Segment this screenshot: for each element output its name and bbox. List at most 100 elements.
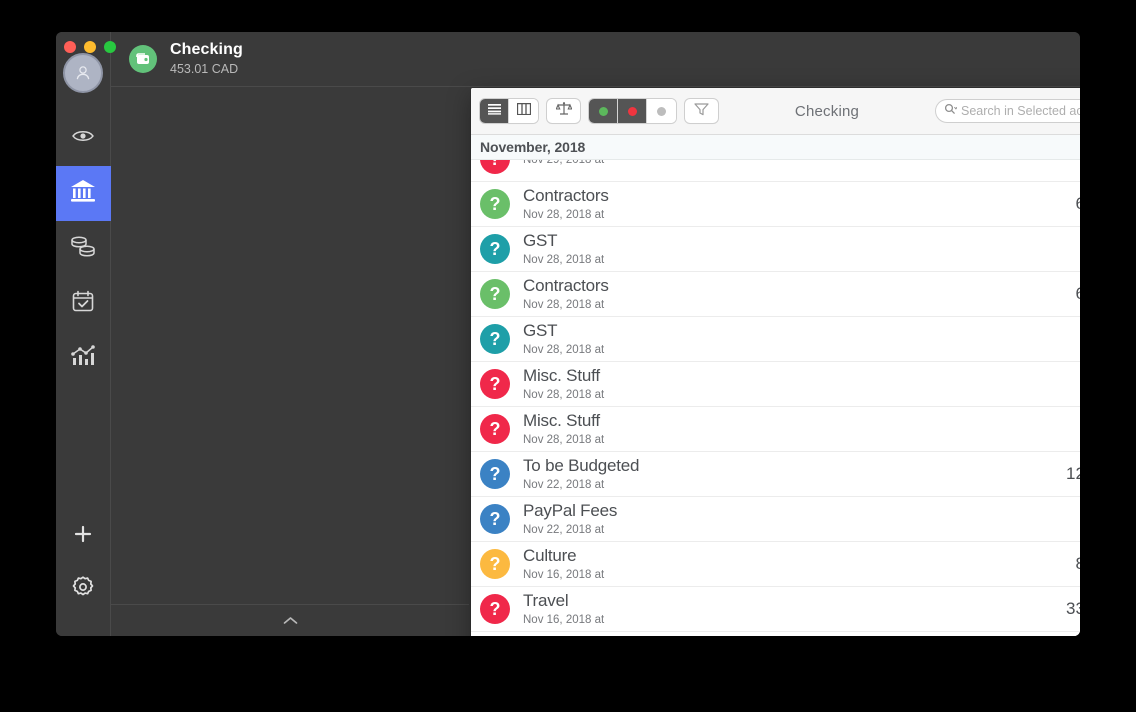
eye-icon: [71, 128, 95, 149]
transaction-date: Nov 28, 2018 at: [523, 208, 605, 221]
column-view-button[interactable]: [509, 99, 538, 123]
plus-icon: [73, 524, 93, 549]
transaction-date: Nov 28, 2018 at: [523, 253, 605, 266]
reconcile-button[interactable]: [547, 99, 580, 123]
sidebar-rail: [56, 32, 111, 636]
zoom-button[interactable]: [104, 41, 116, 53]
transaction-payee: GST: [523, 230, 558, 250]
transaction-date: Nov 28, 2018 at: [523, 433, 605, 446]
sidebar-item-budgets[interactable]: [56, 221, 111, 276]
table-row[interactable]: ? Culture Nov 16, 2018 at 86.00: [471, 542, 1080, 587]
green-status-dot-icon: [598, 106, 608, 116]
table-row[interactable]: ?Misc. StuffNov 28, 2018 at1.00: [471, 362, 1080, 407]
transactions-panel: Checking Search in Selected account Nove…: [471, 88, 1080, 636]
transactions-list[interactable]: ? Nov 29, 2018 at? Contractors Nov 28, 2018…: [471, 160, 1080, 636]
transaction-date: Nov 16, 2018 at: [523, 568, 605, 581]
transaction-date: Nov 16, 2018 at: [523, 613, 605, 626]
transaction-payee: Misc. Stuff: [523, 365, 600, 385]
funnel-filter-icon: [694, 102, 709, 121]
table-row[interactable]: ?GSTNov 28, 2018 at3.13: [471, 227, 1080, 272]
category-status-badge-icon: ?: [480, 234, 510, 264]
table-row[interactable]: ?To be Budgeted: [471, 632, 1080, 636]
transaction-date: Nov 29, 2018 at: [523, 160, 605, 167]
view-mode-segmented-control: [480, 99, 538, 123]
filter-uncleared-button[interactable]: [618, 99, 647, 123]
search-placeholder: Search in Selected account: [961, 104, 1080, 118]
table-row[interactable]: ? To be Budgeted Nov 22, 2018 at 121.58: [471, 452, 1080, 497]
table-row[interactable]: ?Misc. StuffNov 28, 2018 at1.00: [471, 407, 1080, 452]
sidebar-item-reports[interactable]: [56, 331, 111, 386]
filter-reconciled-button[interactable]: [647, 99, 676, 123]
transaction-date: Nov 28, 2018 at: [523, 298, 605, 311]
bank-icon: [69, 178, 97, 209]
close-button[interactable]: [64, 41, 76, 53]
settings-button[interactable]: [56, 563, 111, 616]
category-status-badge-icon: ?: [480, 459, 510, 489]
category-status-badge-icon: ?: [480, 324, 510, 354]
table-row[interactable]: ? Nov 29, 2018 at: [471, 160, 1080, 182]
transaction-payee: Travel: [523, 590, 569, 610]
table-row[interactable]: ? Contractors Nov 28, 2018 at 62.50: [471, 182, 1080, 227]
transaction-date: Nov 22, 2018 at: [523, 523, 605, 536]
red-status-dot-icon: [627, 106, 637, 116]
list-view-button[interactable]: [480, 99, 509, 123]
add-account-button[interactable]: [56, 510, 111, 563]
minimize-button[interactable]: [84, 41, 96, 53]
category-status-badge-icon: ?: [480, 549, 510, 579]
transaction-payee: Misc. Stuff: [523, 410, 600, 430]
month-header: November, 2018: [471, 135, 1080, 160]
traffic-lights: [64, 41, 116, 53]
transaction-payee: GST: [523, 320, 558, 340]
transaction-date: Nov 28, 2018 at: [523, 343, 605, 356]
coins-icon: [69, 234, 97, 263]
gear-icon: [71, 575, 95, 604]
sidebar-nav: [56, 111, 111, 386]
transactions-toolbar: Checking Search in Selected account: [471, 88, 1080, 135]
gray-status-dot-icon: [657, 106, 666, 116]
calendar-check-icon: [71, 289, 95, 318]
app-window: Checking 453.01 CAD Checking Search in S…: [56, 32, 1080, 636]
transaction-payee: Culture: [523, 545, 577, 565]
balance-scale-icon: [554, 101, 573, 121]
page-title: Checking: [794, 102, 860, 120]
chart-icon: [70, 344, 96, 373]
transaction-amount: 86.00: [1075, 554, 1080, 574]
transaction-payee: Contractors: [523, 275, 609, 295]
avatar[interactable]: [63, 53, 103, 93]
category-status-badge-icon: ?: [480, 594, 510, 624]
chevron-up-icon: [283, 612, 298, 630]
category-status-badge-icon: ?: [480, 189, 510, 219]
transaction-amount: 62.50: [1075, 194, 1080, 214]
category-status-badge-icon: ?: [480, 279, 510, 309]
status-filter-segmented-control: [589, 99, 676, 123]
transaction-date: Nov 28, 2018 at: [523, 388, 605, 401]
transaction-amount: 338.00: [1066, 599, 1080, 618]
table-row[interactable]: ?PayPal FeesNov 22, 2018 at4.06: [471, 497, 1080, 542]
transaction-payee: PayPal Fees: [523, 500, 618, 520]
category-status-badge-icon: ?: [480, 504, 510, 534]
transaction-amount: 121.58: [1066, 464, 1080, 483]
sidebar-item-overview[interactable]: [56, 111, 111, 166]
table-row[interactable]: ?GSTNov 28, 2018 at3.13: [471, 317, 1080, 362]
category-status-badge-icon: ?: [480, 369, 510, 399]
transaction-payee: Contractors: [523, 185, 609, 205]
transaction-amount: 62.50: [1075, 284, 1080, 304]
account-balance: 453.01 CAD: [170, 62, 239, 77]
sidebar-item-scheduled[interactable]: [56, 276, 111, 331]
account-name: Checking: [170, 41, 243, 59]
transaction-payee: To be Budgeted: [523, 455, 640, 475]
collapse-accounts-button[interactable]: [111, 604, 469, 636]
search-input[interactable]: Search in Selected account: [936, 100, 1080, 122]
category-status-badge-icon: ?: [480, 160, 510, 174]
account-header: Checking 453.01 CAD: [111, 32, 1080, 87]
table-row[interactable]: ? Contractors Nov 28, 2018 at 62.50: [471, 272, 1080, 317]
sidebar-bottom-actions: [56, 510, 110, 636]
transaction-date: Nov 22, 2018 at: [523, 478, 605, 491]
column-view-icon: [516, 102, 531, 120]
sidebar-item-accounts[interactable]: [56, 166, 111, 221]
list-view-icon: [487, 102, 501, 120]
filter-button[interactable]: [685, 99, 718, 123]
table-row[interactable]: ? Travel Nov 16, 2018 at 338.00: [471, 587, 1080, 632]
filter-cleared-button[interactable]: [589, 99, 618, 123]
wallet-icon: [129, 45, 157, 73]
